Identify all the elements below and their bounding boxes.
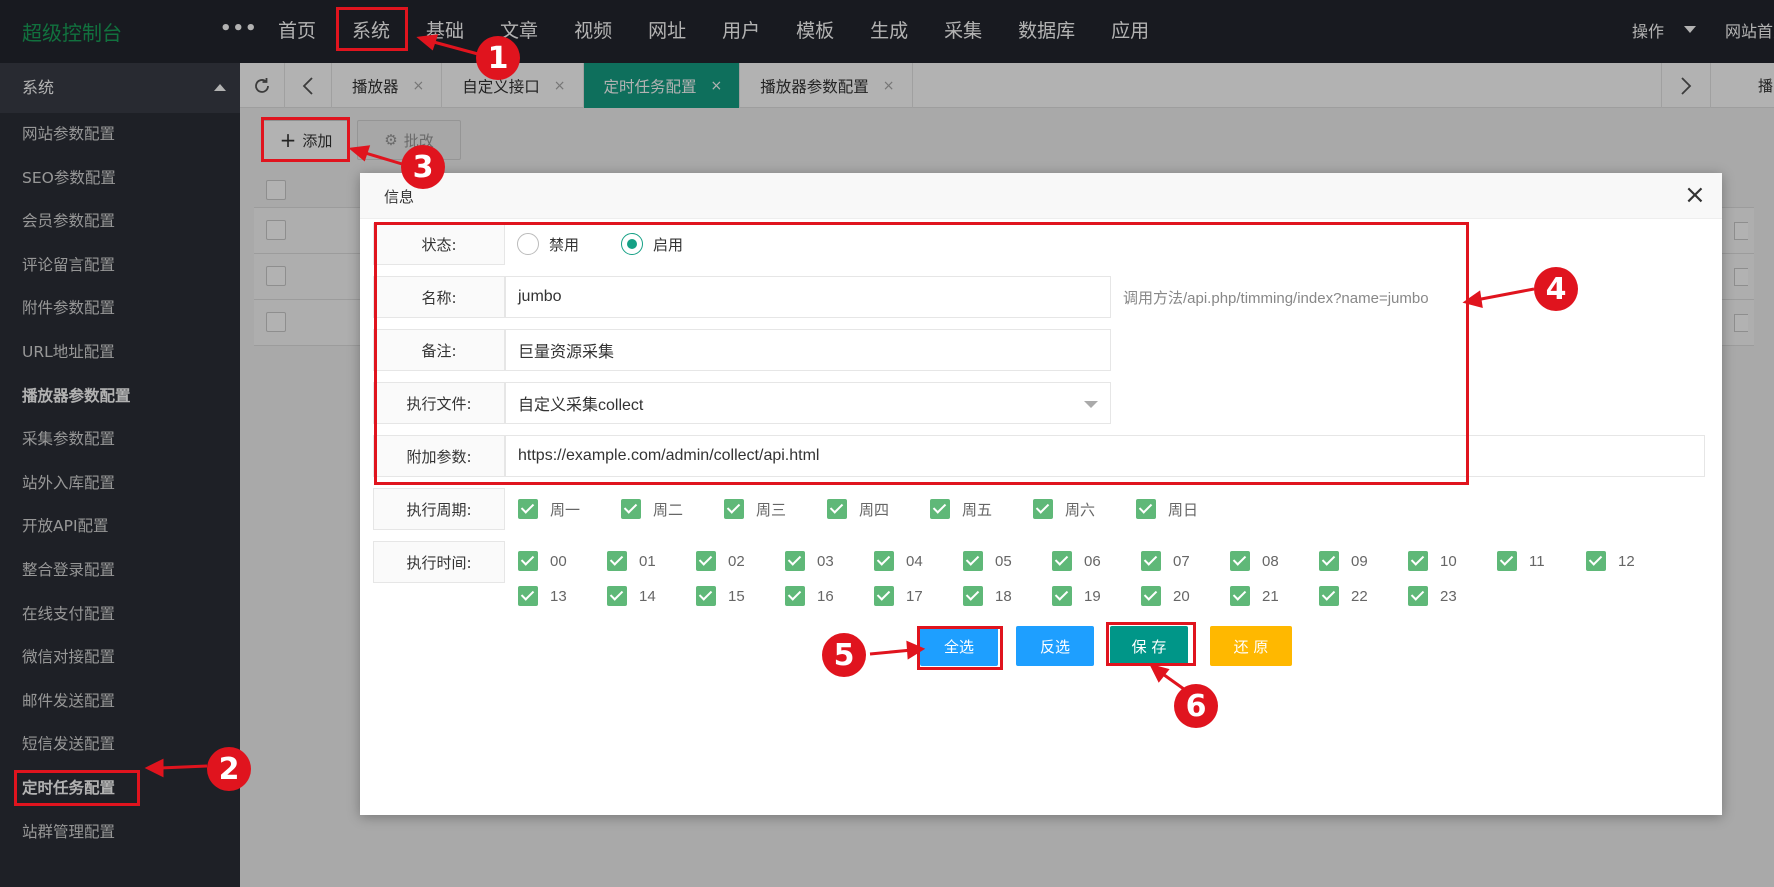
- annotation-badge-1: 1: [476, 36, 520, 80]
- annotation-badge-4: 4: [1534, 267, 1578, 311]
- annotation-badge-3: 3: [401, 145, 445, 189]
- annotation-badge-6: 6: [1174, 684, 1218, 728]
- annotation-badge-2: 2: [207, 747, 251, 791]
- annotation-arrows: [144, 34, 1535, 778]
- annotation-badge-5: 5: [822, 633, 866, 677]
